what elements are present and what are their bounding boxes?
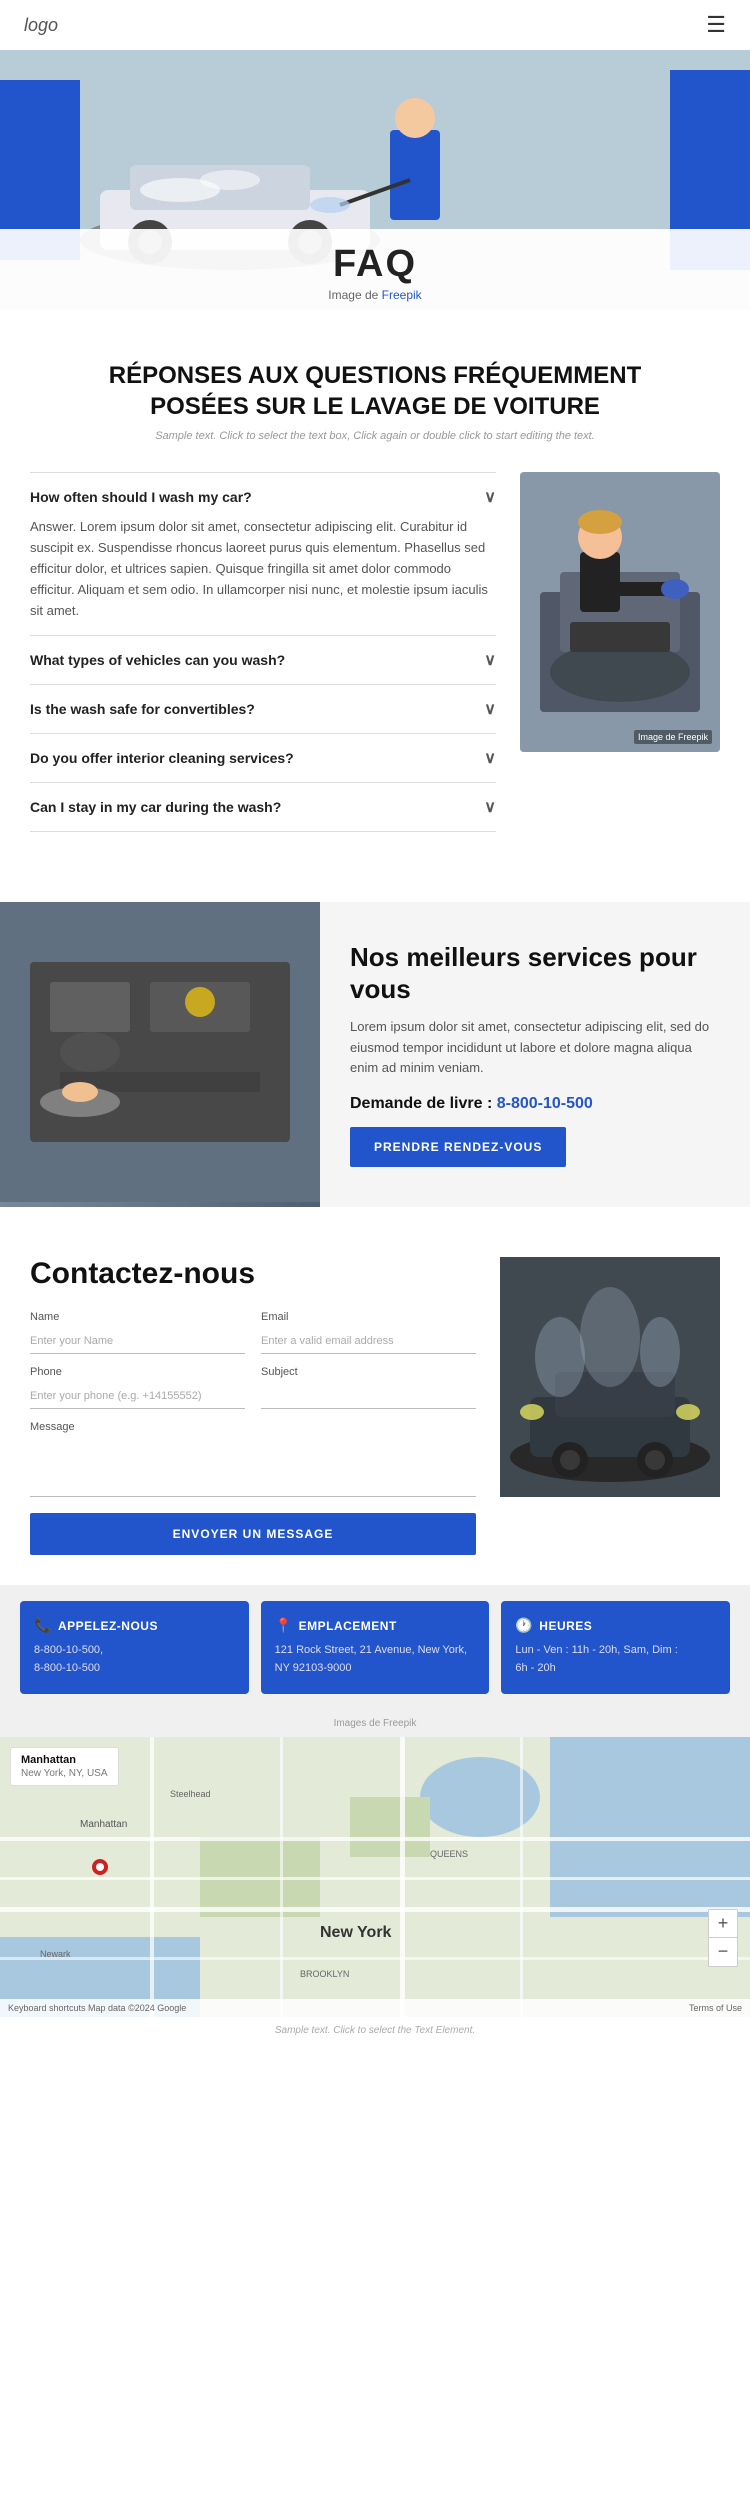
faq-item-0: How often should I wash my car? ∨ Answer… — [30, 472, 496, 635]
subject-input[interactable] — [261, 1382, 476, 1409]
services-title: Nos meilleurs services pour vous — [350, 942, 720, 1004]
info-card-phone: 📞 APPELEZ-NOUS 8-800-10-500, 8-800-10-50… — [20, 1601, 249, 1693]
contact-form-area: Contactez-nous Name Email Phone Subject … — [30, 1257, 476, 1555]
subject-label: Subject — [261, 1366, 476, 1378]
hero-title: FAQ — [0, 243, 750, 286]
header: logo ☰ — [0, 0, 750, 50]
map-bottom-bar: Keyboard shortcuts Map data ©2024 Google… — [0, 1999, 750, 2017]
clock-icon: 🕐 — [515, 1617, 533, 1634]
contact-title: Contactez-nous — [30, 1257, 476, 1291]
info-card-hours-header: 🕐 HEURES — [515, 1617, 716, 1634]
contact-section: Contactez-nous Name Email Phone Subject … — [0, 1207, 750, 1585]
page-sample-text: Sample text. Click to select the Text El… — [0, 2017, 750, 2044]
message-group: Message — [30, 1421, 476, 1497]
svg-text:Manhattan: Manhattan — [80, 1819, 127, 1830]
faq-questions: How often should I wash my car? ∨ Answer… — [30, 472, 496, 832]
phone-input[interactable] — [30, 1382, 245, 1409]
faq-question-1[interactable]: What types of vehicles can you wash? ∨ — [30, 650, 496, 670]
faq-question-3[interactable]: Do you offer interior cleaning services?… — [30, 748, 496, 768]
map-terms[interactable]: Terms of Use — [689, 2003, 742, 2013]
location-icon: 📍 — [275, 1617, 293, 1634]
services-phone-label: Demande de livre : 8-800-10-500 — [350, 1095, 720, 1113]
name-email-row: Name Email — [30, 1311, 476, 1354]
map-info-box: Manhattan New York, NY, USA — [10, 1747, 119, 1786]
services-description: Lorem ipsum dolor sit amet, consectetur … — [350, 1017, 720, 1079]
faq-section: RÉPONSES AUX QUESTIONS FRÉQUEMMENT POSÉE… — [0, 310, 750, 862]
name-group: Name — [30, 1311, 245, 1354]
svg-text:Newark: Newark — [40, 1949, 71, 1959]
info-cards-section: 📞 APPELEZ-NOUS 8-800-10-500, 8-800-10-50… — [0, 1585, 750, 1709]
appointment-button[interactable]: PRENDRE RENDEZ-VOUS — [350, 1127, 566, 1167]
faq-image: Image de Freepik — [520, 472, 720, 752]
send-button[interactable]: ENVOYER UN MESSAGE — [30, 1513, 476, 1555]
map-location-sub: New York, NY, USA — [21, 1768, 108, 1779]
name-label: Name — [30, 1311, 245, 1323]
services-content: Nos meilleurs services pour vous Lorem i… — [320, 902, 750, 1207]
phone-group: Phone — [30, 1366, 245, 1409]
contact-image-area — [500, 1257, 720, 1497]
phone-icon: 📞 — [34, 1617, 52, 1634]
faq-sample-text: Sample text. Click to select the text bo… — [30, 430, 720, 442]
faq-question-0[interactable]: How often should I wash my car? ∨ — [30, 487, 496, 507]
email-input[interactable] — [261, 1327, 476, 1354]
services-section: Nos meilleurs services pour vous Lorem i… — [0, 902, 750, 1207]
faq-item-3: Do you offer interior cleaning services?… — [30, 733, 496, 782]
chevron-down-icon-4: ∨ — [484, 797, 496, 817]
faq-grid: How often should I wash my car? ∨ Answer… — [30, 472, 720, 832]
map-attribution: Keyboard shortcuts Map data ©2024 Google — [8, 2003, 186, 2013]
chevron-down-icon-1: ∨ — [484, 650, 496, 670]
map-section: New York Manhattan Steelhead QUEENS BROO… — [0, 1737, 750, 2017]
faq-question-2[interactable]: Is the wash safe for convertibles? ∨ — [30, 699, 496, 719]
hero-section: FAQ Image de Freepik — [0, 50, 750, 310]
email-label: Email — [261, 1311, 476, 1323]
services-phone-number: 8-800-10-500 — [497, 1095, 593, 1112]
svg-text:QUEENS: QUEENS — [430, 1849, 468, 1859]
map-background: New York Manhattan Steelhead QUEENS BROO… — [0, 1737, 750, 2017]
message-input[interactable] — [30, 1437, 476, 1497]
faq-question-4[interactable]: Can I stay in my car during the wash? ∨ — [30, 797, 496, 817]
faq-item-4: Can I stay in my car during the wash? ∨ — [30, 782, 496, 832]
map-zoom-in-button[interactable]: + — [709, 1910, 737, 1938]
map-location-title: Manhattan — [21, 1754, 108, 1766]
info-cards-attribution: Images de Freepik — [0, 1710, 750, 1737]
svg-text:New York: New York — [320, 1924, 392, 1941]
logo: logo — [24, 15, 58, 36]
faq-item-2: Is the wash safe for convertibles? ∨ — [30, 684, 496, 733]
info-card-phone-content: 8-800-10-500, 8-800-10-500 — [34, 1642, 235, 1677]
chevron-down-icon-2: ∨ — [484, 699, 496, 719]
chevron-down-icon-0: ∨ — [484, 487, 496, 507]
map-zoom-controls: + − — [708, 1909, 738, 1967]
svg-text:Steelhead: Steelhead — [170, 1789, 211, 1799]
info-card-location-content: 121 Rock Street, 21 Avenue, New York, NY… — [275, 1642, 476, 1677]
svg-text:BROOKLYN: BROOKLYN — [300, 1969, 349, 1979]
name-input[interactable] — [30, 1327, 245, 1354]
menu-button[interactable]: ☰ — [706, 12, 726, 38]
email-group: Email — [261, 1311, 476, 1354]
map-zoom-out-button[interactable]: − — [709, 1938, 737, 1966]
phone-label: Phone — [30, 1366, 245, 1378]
chevron-down-icon-3: ∨ — [484, 748, 496, 768]
info-card-hours-content: Lun - Ven : 11h - 20h, Sam, Dim : 6h - 2… — [515, 1642, 716, 1677]
message-label: Message — [30, 1421, 476, 1433]
hero-overlay: FAQ Image de Freepik — [0, 229, 750, 310]
info-card-location-header: 📍 EMPLACEMENT — [275, 1617, 476, 1634]
faq-image-label: Image de Freepik — [634, 730, 712, 744]
faq-item-1: What types of vehicles can you wash? ∨ — [30, 635, 496, 684]
contact-image — [500, 1257, 720, 1497]
info-card-location: 📍 EMPLACEMENT 121 Rock Street, 21 Avenue… — [261, 1601, 490, 1693]
hero-subtitle: Image de Freepik — [0, 288, 750, 302]
services-image — [0, 902, 320, 1207]
info-card-phone-header: 📞 APPELEZ-NOUS — [34, 1617, 235, 1634]
faq-right-image: Image de Freepik — [520, 472, 720, 752]
subject-group: Subject — [261, 1366, 476, 1409]
faq-title: RÉPONSES AUX QUESTIONS FRÉQUEMMENT POSÉE… — [105, 360, 645, 422]
phone-subject-row: Phone Subject — [30, 1366, 476, 1409]
info-card-hours: 🕐 HEURES Lun - Ven : 11h - 20h, Sam, Dim… — [501, 1601, 730, 1693]
faq-answer-0: Answer. Lorem ipsum dolor sit amet, cons… — [30, 517, 496, 621]
